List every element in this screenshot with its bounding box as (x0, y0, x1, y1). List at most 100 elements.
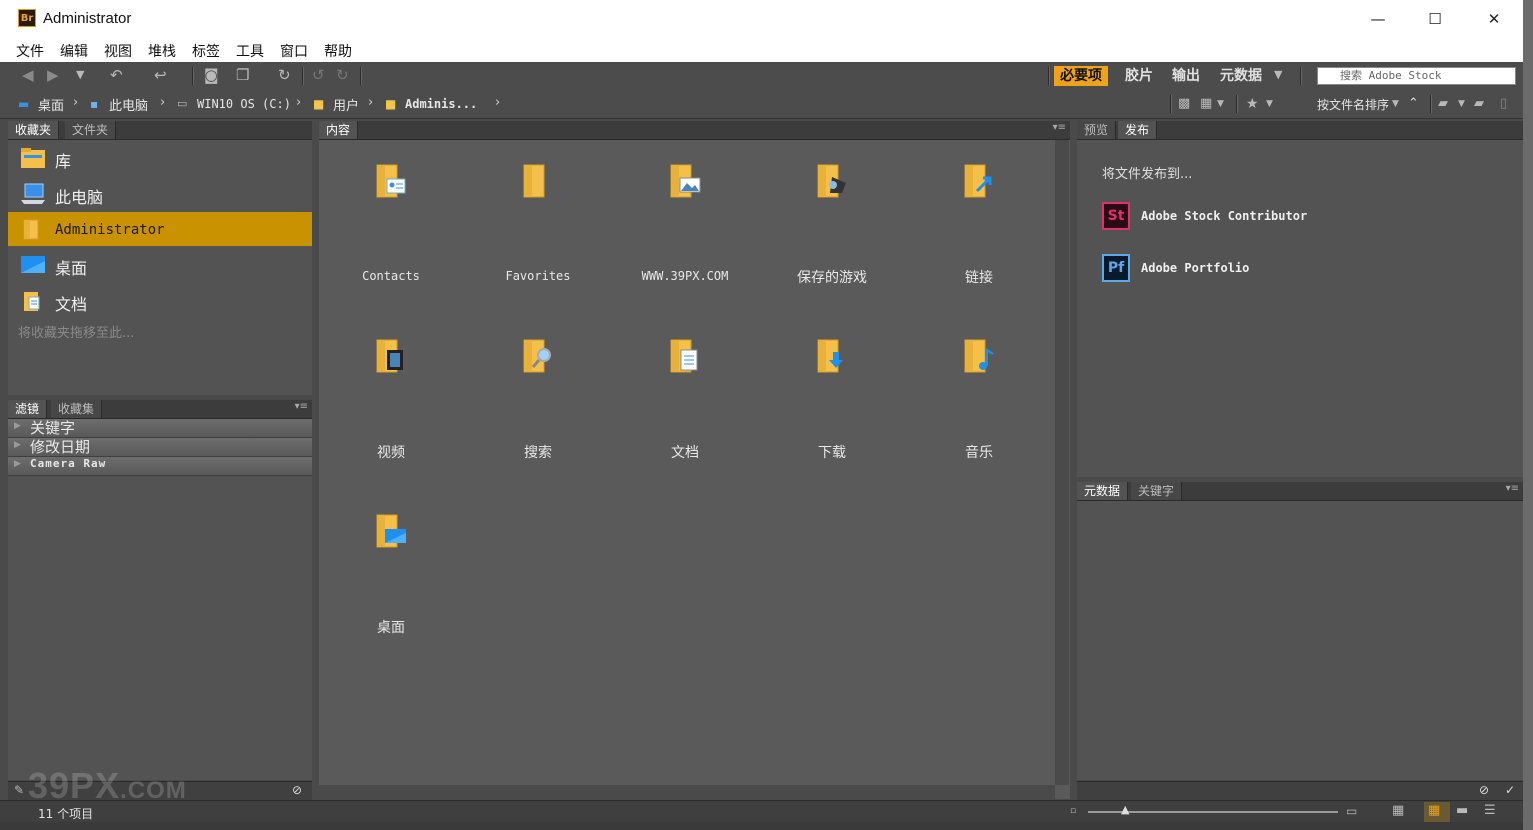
publish-tabstrip: 预览 发布 (1077, 121, 1523, 140)
boomerang-icon[interactable]: ↩ (154, 62, 167, 88)
recent-dropdown-icon[interactable]: ▼ (76, 62, 84, 88)
favorite-item-administrator[interactable]: Administrator (8, 212, 312, 246)
sort-ascending-icon[interactable]: ⌃ (1408, 91, 1419, 117)
expand-triangle-icon[interactable]: ▶ (14, 440, 21, 450)
tab-preview[interactable]: 预览 (1077, 121, 1117, 139)
tab-filter[interactable]: 滤镜 (8, 400, 48, 418)
list-view-icon[interactable]: ☰ (1484, 798, 1496, 824)
breadcrumb-desktop[interactable]: 桌面 (38, 95, 64, 114)
content-item[interactable]: 音乐 (909, 296, 1049, 461)
zoom-out-icon[interactable]: ▫ (1070, 798, 1076, 824)
content-item[interactable]: 桌面 (321, 471, 461, 636)
refine-icon[interactable]: ❐ (236, 62, 249, 88)
tab-folders[interactable]: 文件夹 (65, 121, 117, 139)
back-arrow-icon[interactable]: ◀ (22, 62, 34, 88)
rotate-icon[interactable]: ↻ (278, 62, 291, 88)
chevron-right-icon[interactable]: › (368, 95, 373, 110)
content-scrollbar-horizontal[interactable] (319, 785, 1055, 799)
return-icon[interactable]: ↶ (110, 62, 123, 88)
slider-handle-icon[interactable]: ▲ (1121, 797, 1129, 823)
panel-menu-icon[interactable]: ▾≡ (295, 401, 308, 412)
workspace-essentials[interactable]: 必要项 (1054, 66, 1108, 86)
chevron-right-icon[interactable]: › (296, 95, 301, 110)
content-item[interactable]: 保存的游戏 (762, 121, 902, 286)
minimize-button[interactable]: — (1355, 4, 1401, 34)
grid-lock-icon[interactable]: ▦ (1392, 798, 1404, 824)
content-item[interactable]: WWW.39PX.COM (615, 121, 755, 283)
content-item[interactable]: 下载 (762, 296, 902, 461)
content-item-label: 搜索 (524, 445, 552, 461)
search-input[interactable]: 搜索 Adobe Stock (1317, 67, 1516, 85)
thumbnails-view-icon[interactable]: ▦ (1428, 798, 1440, 824)
videos-folder-icon (376, 339, 403, 373)
workspace-metadata[interactable]: 元数据 (1214, 66, 1268, 86)
panel-menu-icon[interactable]: ▾≡ (1053, 122, 1066, 133)
favorite-item-this-pc[interactable]: 此电脑 (8, 177, 312, 211)
chevron-down-icon[interactable]: ▼ (1458, 91, 1465, 117)
rotate-left-icon[interactable]: ↺ (312, 62, 325, 88)
favorite-item-desktop[interactable]: 桌面 (8, 248, 312, 282)
menu-file[interactable]: 文件 (16, 41, 44, 61)
content-item-label: Contacts (362, 269, 420, 283)
filter-row-camera-raw[interactable]: ▶ Camera Raw (8, 457, 312, 476)
details-view-icon[interactable]: ▬ (1456, 798, 1468, 824)
breadcrumb-drive[interactable]: WIN10 OS (C:) (197, 97, 291, 111)
menu-tools[interactable]: 工具 (236, 41, 264, 61)
chevron-right-icon[interactable]: › (495, 95, 500, 110)
breadcrumb-users[interactable]: 用户 (333, 95, 359, 114)
star-filter-icon[interactable]: ★ (1246, 91, 1259, 117)
expand-triangle-icon[interactable]: ▶ (14, 459, 21, 469)
chevron-down-icon[interactable]: ▼ (1266, 91, 1273, 117)
content-item-label: 下载 (818, 445, 846, 461)
tab-publish[interactable]: 发布 (1118, 121, 1158, 139)
breadcrumb-this-pc[interactable]: 此电脑 (109, 95, 148, 114)
expand-triangle-icon[interactable]: ▶ (14, 421, 21, 431)
content-item[interactable]: 文档 (615, 296, 755, 461)
thumbnail-quality-icon[interactable]: ▦ (1200, 91, 1212, 117)
content-item[interactable]: 搜索 (468, 296, 608, 461)
delete-icon[interactable]: ▯ (1500, 91, 1507, 117)
content-item[interactable]: 视频 (321, 296, 461, 461)
content-item[interactable]: 链接 (909, 121, 1049, 286)
menu-help[interactable]: 帮助 (324, 41, 352, 61)
open-recent-icon[interactable]: ▰ (1438, 91, 1448, 117)
menu-edit[interactable]: 编辑 (60, 41, 88, 61)
workspace-filmstrip[interactable]: 胶片 (1119, 66, 1159, 86)
chevron-right-icon[interactable]: › (160, 95, 165, 110)
chevron-down-icon[interactable]: ▼ (1392, 91, 1399, 117)
metadata-panel: 元数据 关键字 ▾≡ (1077, 482, 1523, 780)
rotate-right-icon[interactable]: ↻ (336, 62, 349, 88)
toolbar-separator (1300, 67, 1302, 85)
menu-label[interactable]: 标签 (192, 41, 220, 61)
menu-view[interactable]: 视图 (104, 41, 132, 61)
sort-dropdown[interactable]: 按文件名排序 (1317, 96, 1389, 113)
menu-window[interactable]: 窗口 (280, 41, 308, 61)
workspace-output[interactable]: 输出 (1166, 66, 1206, 86)
maximize-button[interactable]: ☐ (1412, 4, 1458, 34)
filter-row-keywords[interactable]: ▶ 关键字 (8, 419, 312, 438)
tab-metadata[interactable]: 元数据 (1077, 482, 1129, 500)
forward-arrow-icon[interactable]: ▶ (47, 62, 59, 88)
breadcrumb-current[interactable]: Adminis... (405, 97, 477, 111)
menu-stacks[interactable]: 堆栈 (148, 41, 176, 61)
tab-keywords[interactable]: 关键字 (1131, 482, 1183, 500)
content-item[interactable]: Contacts (321, 121, 461, 283)
tab-collections[interactable]: 收藏集 (51, 400, 103, 418)
content-item-label: 视频 (377, 445, 405, 461)
chevron-right-icon[interactable]: › (73, 95, 78, 110)
camera-icon[interactable]: ◙ (204, 62, 219, 88)
panel-menu-icon[interactable]: ▾≡ (1506, 483, 1519, 494)
content-item[interactable]: Favorites (468, 121, 608, 283)
filter-row-date-modified[interactable]: ▶ 修改日期 (8, 438, 312, 457)
favorite-item-library[interactable]: 库 (8, 141, 312, 175)
content-scrollbar[interactable] (1055, 140, 1069, 785)
favorite-item-documents[interactable]: 文档 (8, 284, 312, 318)
chevron-down-icon[interactable]: ▼ (1217, 91, 1224, 117)
zoom-in-icon[interactable]: ▭ (1346, 798, 1357, 824)
quality-icon[interactable]: ▩ (1178, 91, 1190, 117)
documents-folder-icon (670, 339, 698, 373)
close-button[interactable]: ✕ (1471, 4, 1517, 34)
new-folder-icon[interactable]: ▰ (1474, 91, 1484, 117)
tab-favorites[interactable]: 收藏夹 (8, 121, 60, 139)
workspace-dropdown-icon[interactable]: ▼ (1274, 62, 1282, 88)
